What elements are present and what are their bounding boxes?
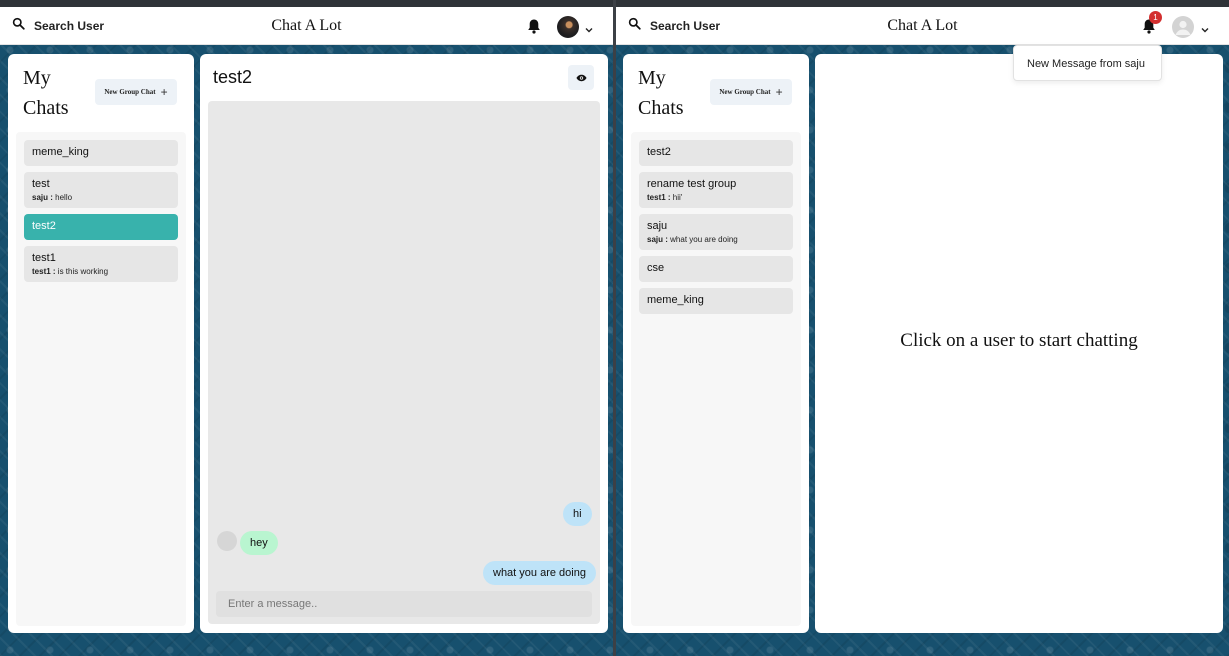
chat-box-empty: Click on a user to start chatting [815,54,1223,633]
chat-name: test2 [647,146,671,158]
latest-message-sender: test1 : [32,267,56,276]
message-bubble: what you are doing [483,561,596,585]
left-window: Search User Chat A Lot My Chats New Grou… [0,7,613,656]
chat-list-item[interactable]: saju saju : what you are doing [639,214,793,250]
notification-bell[interactable]: 1 [1142,11,1162,34]
chat-list-item[interactable]: test1 test1 : is this working [24,246,178,282]
notification-item[interactable]: New Message from saju [1027,58,1145,70]
profile-avatar[interactable] [557,16,579,38]
latest-message-sender: saju : [647,235,668,244]
search-icon [628,17,641,35]
plus-icon: + [160,85,168,99]
chat-list-item[interactable]: meme_king [639,288,793,314]
top-bar: Search User Chat A Lot [0,7,613,45]
my-chats-title: My Chats [638,67,684,119]
notification-dropdown: New Message from saju [1013,45,1162,81]
latest-message-sender: saju : [32,193,53,202]
new-group-chat-button[interactable]: New Group Chat + [95,79,177,105]
latest-message-text: what you are doing [670,235,738,244]
my-chats-panel: My Chats New Group Chat + meme_kingtest s… [8,54,194,633]
profile-avatar[interactable] [1172,16,1194,38]
search-user-button[interactable]: Search User [12,15,104,37]
chat-name: meme_king [647,294,704,306]
chat-list: test2 rename test group test1 : hii' saju sa… [631,132,801,626]
chevron-down-icon [585,21,593,38]
chat-name: cse [647,262,665,274]
latest-message-text: is this working [57,267,109,276]
latest-message: test1 : is this working [32,267,170,276]
chat-name: rename test group [647,178,737,190]
sender-avatar[interactable] [217,531,237,551]
search-user-label: Search User [650,19,721,33]
chat-name: test2 [32,220,56,232]
new-group-chat-label: New Group Chat [719,88,771,96]
latest-message: saju : what you are doing [647,235,785,244]
my-chats-title: My Chats [23,67,69,119]
chat-list-item[interactable]: cse [639,256,793,282]
message-bubble: hey [240,531,278,555]
chat-name: saju [647,220,668,232]
bell-icon [527,19,541,38]
notification-badge: 1 [1149,11,1162,24]
new-group-chat-label: New Group Chat [104,88,156,96]
chat-title: test2 [213,67,253,87]
chat-box: test2 hi hey what you are doing [200,54,608,633]
chat-list-item[interactable]: rename test group test1 : hii' [639,172,793,208]
chat-name: test1 [32,252,56,264]
search-user-label: Search User [34,19,105,33]
latest-message-sender: test1 : [647,193,671,202]
message-input[interactable] [216,591,592,617]
chat-list-item[interactable]: meme_king [24,140,178,166]
my-chats-panel: My Chats New Group Chat + test2 rename te… [623,54,809,633]
latest-message: test1 : hii' [647,193,785,202]
chevron-down-icon [1201,21,1209,38]
latest-message-text: hii' [672,193,683,202]
chat-name: meme_king [32,146,89,158]
right-window: Search User Chat A Lot 1 My Chats New Gr… [616,7,1229,656]
eye-icon [575,69,587,87]
view-group-info-button[interactable] [568,65,594,90]
chat-list-item[interactable]: test saju : hello [24,172,178,208]
latest-message: saju : hello [32,193,170,202]
latest-message-text: hello [55,193,73,202]
chat-list-item[interactable]: test2 [24,214,178,240]
search-user-button[interactable]: Search User [628,15,720,37]
message-bubble: hi [563,502,592,526]
chat-list: meme_king test saju : hello test2 test1 test1… [16,132,186,626]
profile-menu-toggle[interactable] [585,21,593,33]
search-icon [12,17,25,35]
new-group-chat-button[interactable]: New Group Chat + [710,79,792,105]
plus-icon: + [775,85,783,99]
top-bar: Search User Chat A Lot 1 [616,7,1229,45]
notification-bell[interactable] [527,18,541,34]
empty-chat-message: Click on a user to start chatting [900,330,1138,351]
profile-menu-toggle[interactable] [1201,21,1209,33]
chat-list-item[interactable]: test2 [639,140,793,166]
chat-name: test [32,178,50,190]
message-area[interactable]: hi hey what you are doing [208,101,600,624]
